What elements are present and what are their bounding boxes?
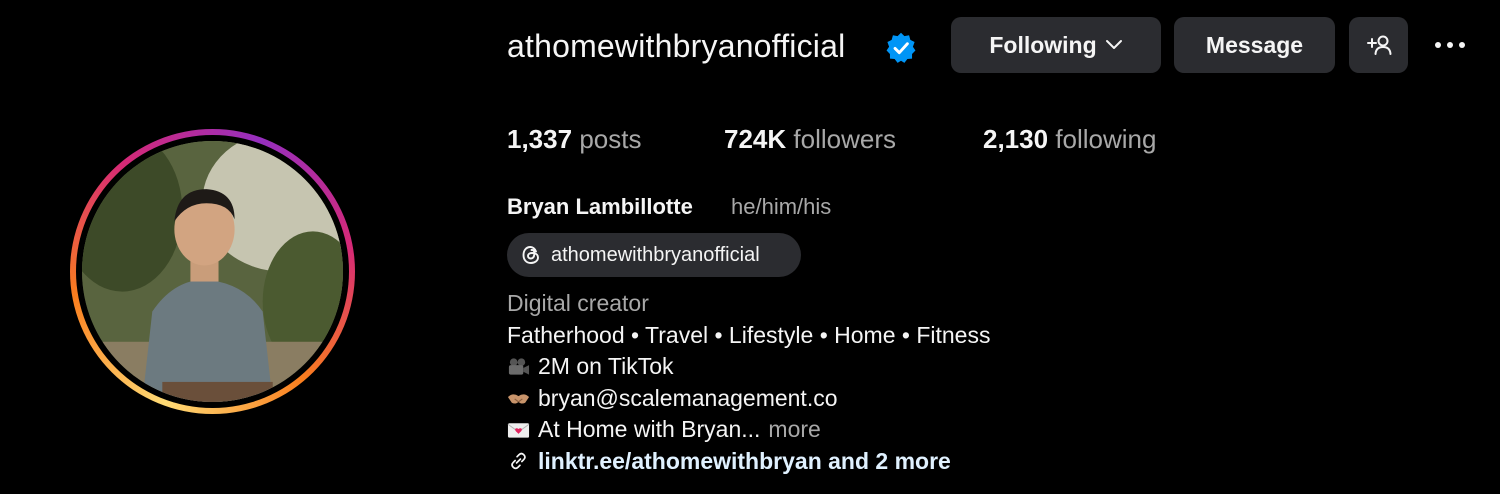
add-person-icon <box>1366 35 1391 55</box>
profile-username: athomewithbryanofficial <box>507 28 846 64</box>
message-button[interactable]: Message <box>1174 17 1335 73</box>
bio-more-link[interactable]: more <box>768 414 820 446</box>
following-label: following <box>1055 124 1157 154</box>
bio-line-tiktok: 2M on TikTok <box>507 351 990 383</box>
bio-line-blog: At Home with Bryan... more <box>507 414 990 446</box>
posts-label: posts <box>579 124 642 154</box>
following-button[interactable]: Following <box>951 17 1161 73</box>
dot <box>1459 42 1465 48</box>
bio-line-interests-text: Fatherhood • Travel • Lifestyle • Home •… <box>507 321 991 348</box>
avatar[interactable] <box>82 141 343 402</box>
dot <box>1435 42 1441 48</box>
threads-handle: athomewithbryanofficial <box>551 243 760 266</box>
pronouns: he/him/his <box>731 194 832 219</box>
threads-icon <box>522 246 539 264</box>
threads-link-button[interactable]: athomewithbryanofficial <box>507 233 801 277</box>
posts-stat: 1,337 posts <box>507 121 641 157</box>
bio: Digital creator Fatherhood • Travel • Li… <box>507 288 990 477</box>
verified-badge-icon <box>886 32 916 63</box>
followers-label: followers <box>793 124 896 154</box>
chevron-down-icon <box>1105 40 1122 49</box>
avatar-story-ring[interactable] <box>70 129 355 414</box>
bio-line-blog-text: At Home with Bryan... <box>538 416 761 442</box>
message-button-label: Message <box>1205 31 1304 58</box>
movie-camera-icon <box>508 358 530 375</box>
more-options-button[interactable] <box>1428 28 1472 62</box>
avatar-image <box>82 141 343 402</box>
following-count: 2,130 <box>983 124 1049 154</box>
bio-line-email-text: bryan@scalemanagement.co <box>538 384 838 411</box>
bio-external-link-text: linktr.ee/athomewithbryan and 2 more <box>538 447 951 474</box>
full-name: Bryan Lambillotte <box>507 194 693 219</box>
love-letter-icon <box>507 423 530 438</box>
bio-category: Digital creator <box>507 290 649 316</box>
bio-line-interests: Fatherhood • Travel • Lifestyle • Home •… <box>507 320 990 352</box>
avatar-gap <box>76 135 349 408</box>
posts-count: 1,337 <box>507 124 573 154</box>
following-button-label: Following <box>989 31 1097 58</box>
dot <box>1447 42 1453 48</box>
link-icon <box>511 452 526 470</box>
followers-count: 724K <box>724 124 787 154</box>
followers-stat[interactable]: 724K followers <box>724 121 896 157</box>
bio-line-tiktok-text: 2M on TikTok <box>538 353 674 379</box>
bio-line-email: bryan@scalemanagement.co <box>507 383 990 415</box>
following-stat[interactable]: 2,130 following <box>983 121 1156 157</box>
add-person-button[interactable] <box>1349 17 1408 73</box>
bio-external-link[interactable]: linktr.ee/athomewithbryan and 2 more <box>507 446 990 478</box>
handshake-icon <box>507 394 530 404</box>
